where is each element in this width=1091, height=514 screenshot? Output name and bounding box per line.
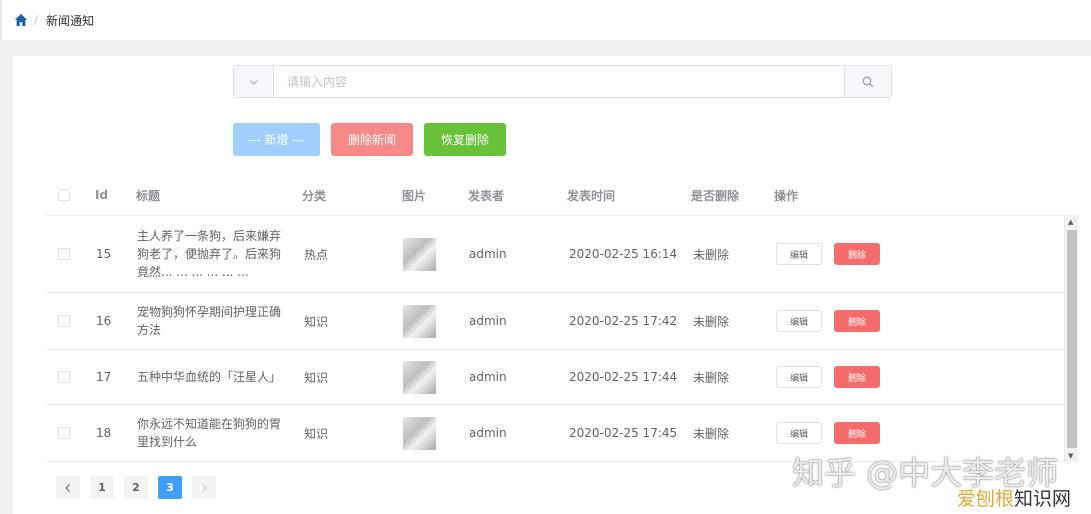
row-deleted: 未删除 bbox=[693, 426, 730, 441]
row-category: 知识 bbox=[304, 370, 329, 385]
watermark-site: 爱刨根知识网 bbox=[957, 484, 1071, 511]
news-thumbnail bbox=[403, 360, 436, 394]
row-checkbox[interactable] bbox=[58, 315, 70, 327]
prev-page-button[interactable] bbox=[56, 476, 80, 499]
page-2-button[interactable]: 2 bbox=[124, 476, 148, 499]
chevron-down-icon bbox=[249, 79, 258, 85]
header-time: 发表时间 bbox=[567, 188, 616, 203]
row-time: 2020-02-25 17:42 bbox=[569, 314, 678, 328]
edit-button[interactable]: 编辑 bbox=[776, 366, 822, 388]
row-category: 知识 bbox=[304, 314, 329, 329]
chevron-left-icon bbox=[65, 483, 70, 492]
table-row: 16 宠物狗狗怀孕期间护理正确方法 知识 admin 2020-02-25 17… bbox=[46, 293, 1064, 350]
watermark-site-part-b: 知识网 bbox=[1014, 488, 1072, 510]
row-title: 主人养了一条狗，后来嫌弃狗老了，便抛弃了。后来狗竟然... ... ... ..… bbox=[137, 229, 282, 279]
delete-news-button[interactable]: 删除新闻 bbox=[331, 123, 413, 156]
delete-button[interactable]: 删除 bbox=[834, 422, 880, 444]
edit-button[interactable]: 编辑 bbox=[776, 422, 822, 444]
next-page-button[interactable] bbox=[192, 476, 216, 499]
table-row: 17 五种中华血统的「汪星人」 知识 admin 2020-02-25 17:4… bbox=[46, 350, 1064, 405]
scrollbar-thumb[interactable] bbox=[1067, 230, 1077, 448]
row-deleted: 未删除 bbox=[693, 370, 730, 385]
row-deleted: 未删除 bbox=[693, 314, 730, 329]
search-icon bbox=[862, 76, 874, 87]
breadcrumb: / 新闻通知 bbox=[0, 0, 1091, 40]
header-actions: 操作 bbox=[774, 188, 799, 203]
table-header: Id 标题 分类 图片 发表者 发表时间 是否删除 操作 bbox=[46, 174, 1078, 216]
news-thumbnail bbox=[403, 416, 436, 450]
row-id: 18 bbox=[96, 426, 112, 440]
page-1-button[interactable]: 1 bbox=[90, 476, 114, 499]
header-id: Id bbox=[95, 188, 109, 202]
table-body: 15 主人养了一条狗，后来嫌弃狗老了，便抛弃了。后来狗竟然... ... ...… bbox=[46, 216, 1064, 462]
delete-button[interactable]: 删除 bbox=[834, 310, 880, 332]
chevron-right-icon bbox=[202, 483, 207, 492]
table-row: 15 主人养了一条狗，后来嫌弃狗老了，便抛弃了。后来狗竟然... ... ...… bbox=[46, 216, 1064, 293]
select-all-checkbox[interactable] bbox=[58, 189, 70, 201]
scroll-up-icon[interactable]: ▲ bbox=[1068, 218, 1073, 226]
page-3-button[interactable]: 3 bbox=[158, 476, 182, 499]
row-author: admin bbox=[469, 314, 507, 328]
row-author: admin bbox=[469, 426, 507, 440]
search-bar bbox=[233, 65, 892, 98]
row-checkbox[interactable] bbox=[58, 427, 70, 439]
row-time: 2020-02-25 17:45 bbox=[569, 426, 678, 440]
add-news-button[interactable]: --- 新增 --- bbox=[233, 123, 320, 156]
header-deleted: 是否删除 bbox=[691, 188, 740, 203]
table-scrollbar[interactable]: ▲ ▼ bbox=[1064, 216, 1078, 462]
header-category: 分类 bbox=[302, 188, 327, 203]
home-icon[interactable] bbox=[14, 13, 28, 27]
content-card: --- 新增 --- 删除新闻 恢复删除 Id 标题 分类 图片 发表者 发表时… bbox=[13, 56, 1091, 514]
watermark-site-part-a: 爱刨根 bbox=[957, 488, 1015, 510]
header-author: 发表者 bbox=[468, 188, 505, 203]
row-time: 2020-02-25 17:44 bbox=[569, 370, 678, 384]
row-checkbox[interactable] bbox=[58, 371, 70, 383]
search-button[interactable] bbox=[844, 66, 891, 97]
row-category: 热点 bbox=[304, 247, 329, 262]
scroll-down-icon[interactable]: ▼ bbox=[1068, 452, 1073, 460]
row-title: 你永远不知道能在狗狗的胃里找到什么 bbox=[137, 417, 282, 449]
news-thumbnail bbox=[403, 237, 436, 271]
header-title: 标题 bbox=[136, 188, 161, 203]
edit-button[interactable]: 编辑 bbox=[776, 310, 822, 332]
row-author: admin bbox=[469, 247, 507, 261]
row-deleted: 未删除 bbox=[693, 247, 730, 262]
delete-button[interactable]: 删除 bbox=[834, 243, 880, 265]
delete-button[interactable]: 删除 bbox=[834, 366, 880, 388]
row-id: 15 bbox=[96, 247, 112, 261]
row-time: 2020-02-25 16:14 bbox=[569, 247, 678, 261]
row-checkbox[interactable] bbox=[58, 248, 70, 260]
breadcrumb-current: 新闻通知 bbox=[46, 13, 95, 28]
row-title: 五种中华血统的「汪星人」 bbox=[137, 370, 282, 384]
row-id: 17 bbox=[96, 370, 112, 384]
row-category: 知识 bbox=[304, 426, 329, 441]
search-input[interactable] bbox=[274, 66, 844, 97]
restore-news-button[interactable]: 恢复删除 bbox=[424, 123, 506, 156]
header-image: 图片 bbox=[402, 188, 427, 203]
news-thumbnail bbox=[403, 304, 436, 338]
edit-button[interactable]: 编辑 bbox=[776, 243, 822, 265]
row-author: admin bbox=[469, 370, 507, 384]
row-id: 16 bbox=[96, 314, 112, 328]
category-select[interactable] bbox=[234, 66, 274, 97]
row-title: 宠物狗狗怀孕期间护理正确方法 bbox=[137, 305, 282, 337]
breadcrumb-separator: / bbox=[34, 13, 39, 27]
pagination: 1 2 3 bbox=[56, 476, 216, 499]
